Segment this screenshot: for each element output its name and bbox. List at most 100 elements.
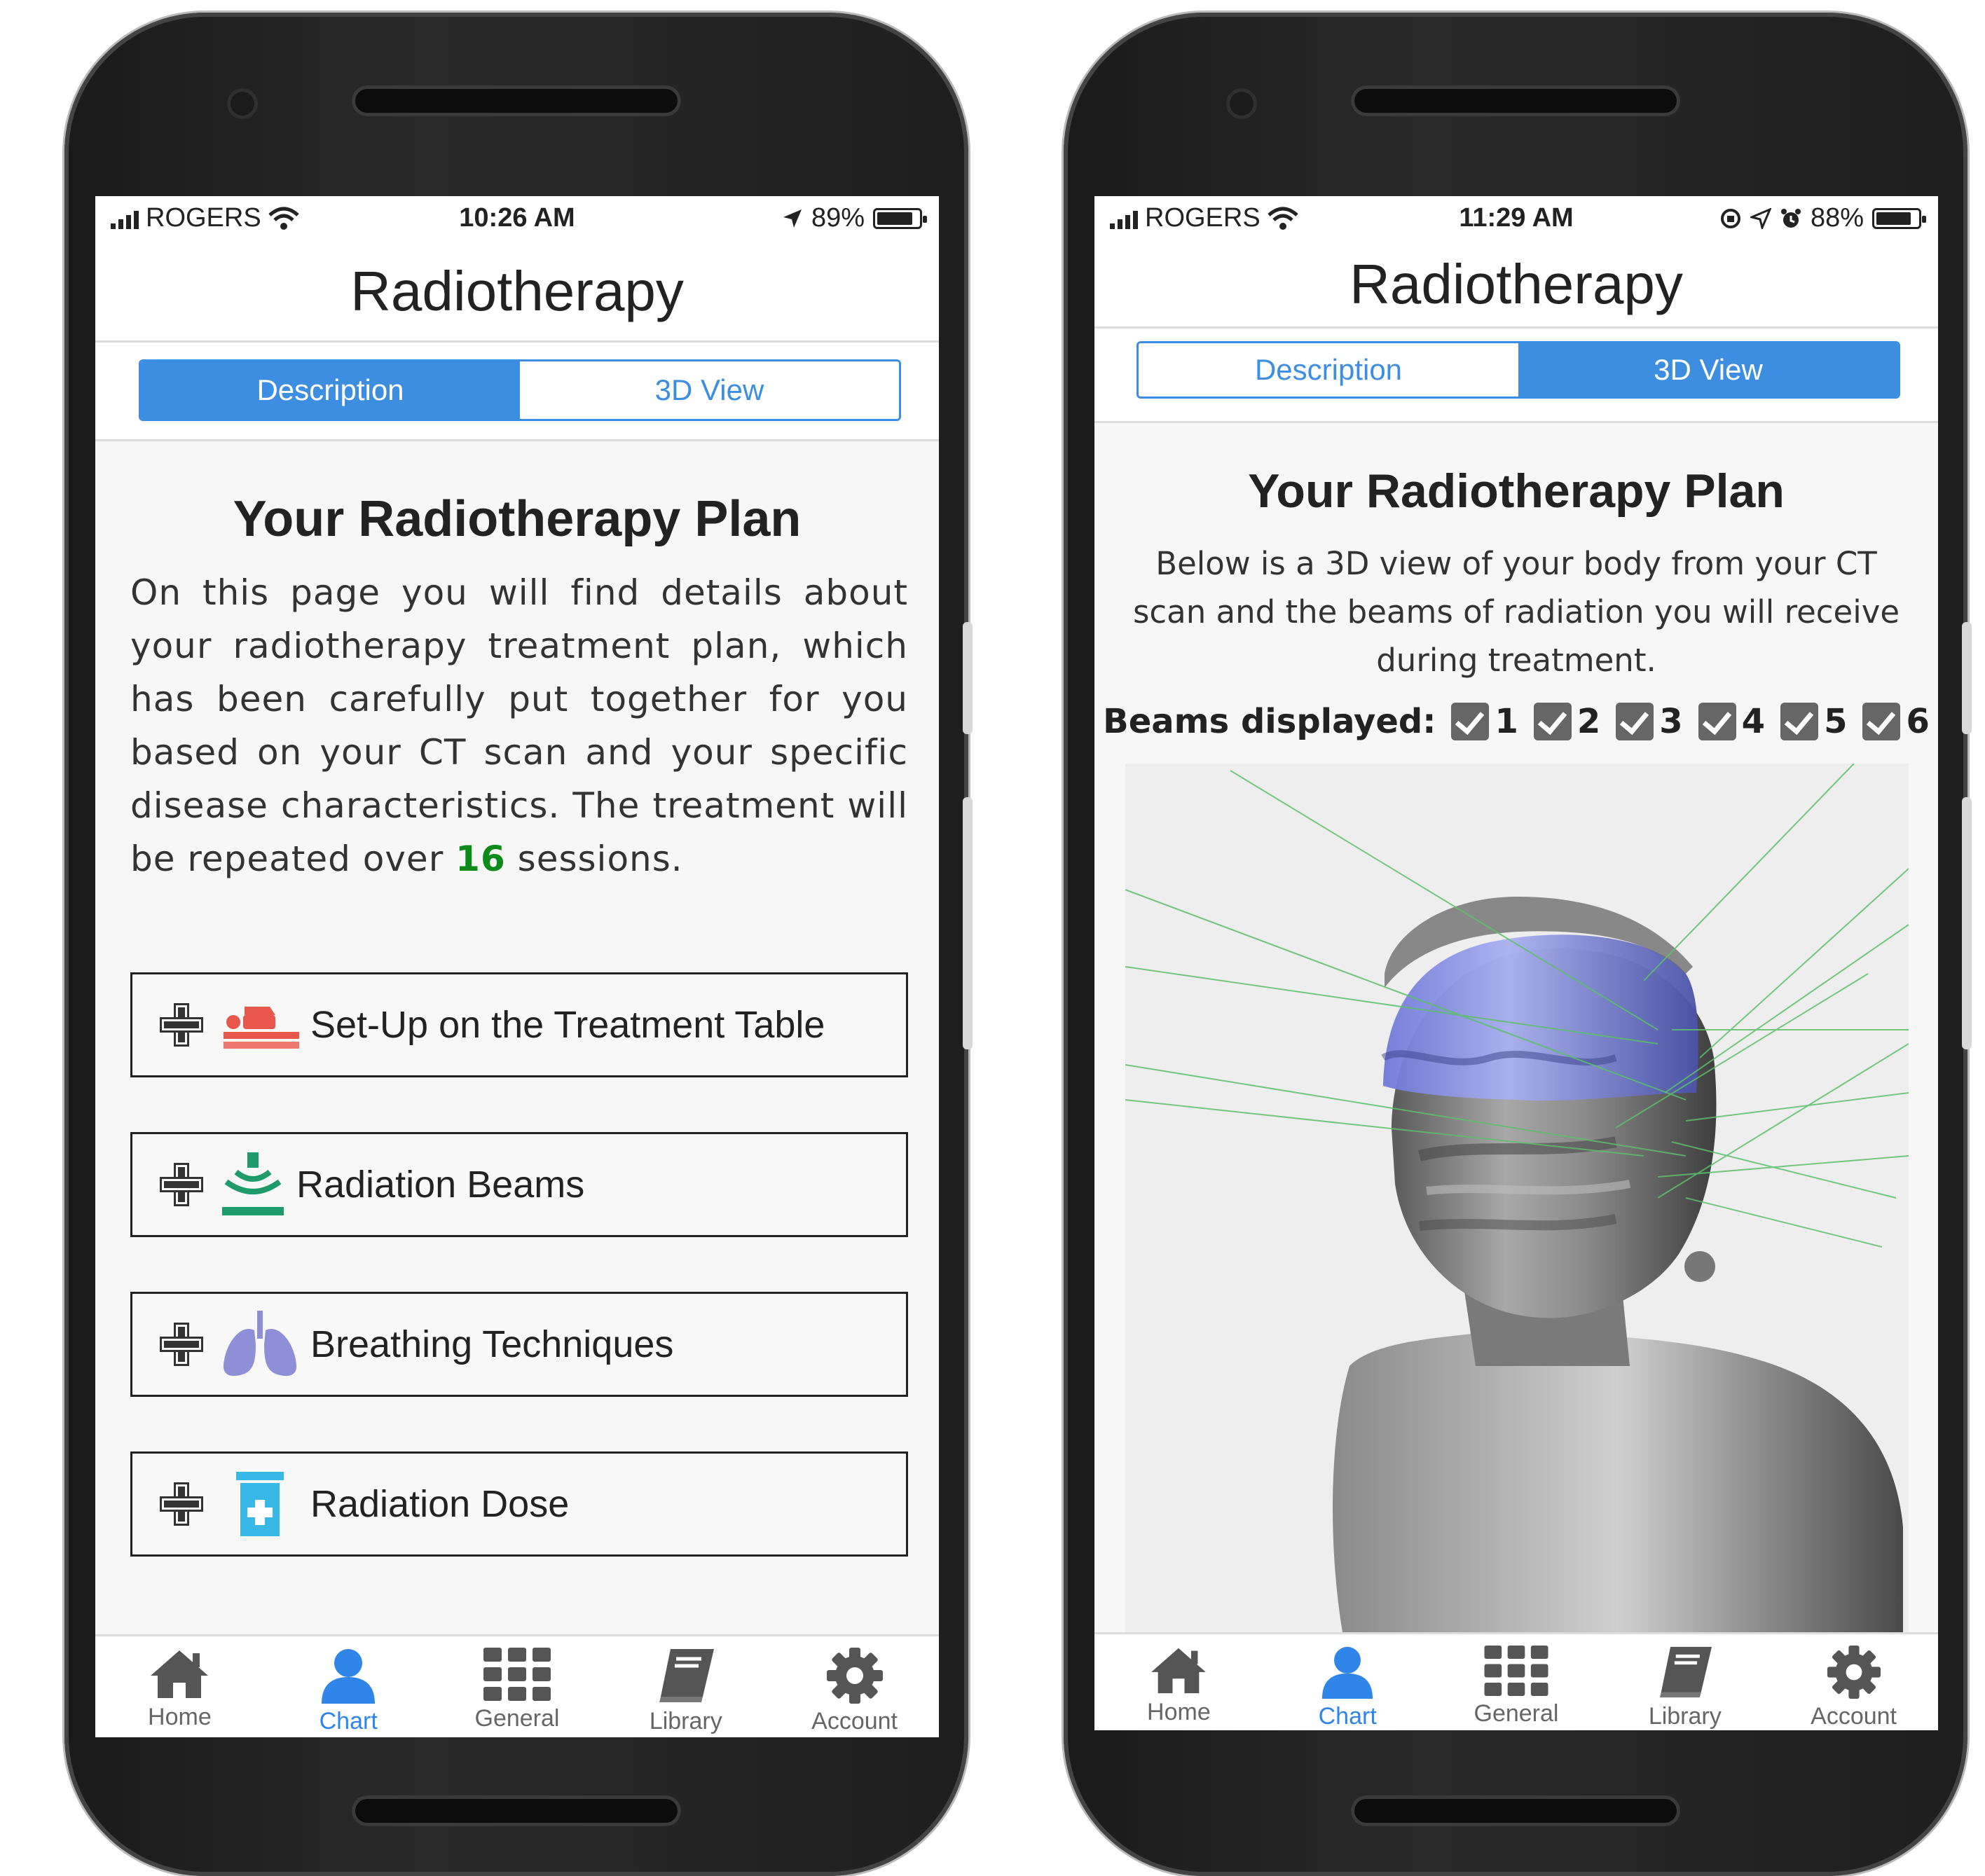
phone-frame-right: ROGERS 11:29 AM 88% Radiotherapy Descrip… xyxy=(1064,13,1972,1876)
segmented-control: Description 3D View xyxy=(139,359,901,421)
tab-account[interactable]: Account xyxy=(770,1636,939,1737)
tab-chart[interactable]: Chart xyxy=(1263,1634,1432,1730)
beam-checkbox-5[interactable] xyxy=(1780,703,1819,740)
section-breathing[interactable]: Breathing Techniques xyxy=(130,1292,908,1397)
lungs-icon xyxy=(218,1306,302,1383)
tab-label: Library xyxy=(1648,1703,1722,1730)
beam-number: 2 xyxy=(1577,702,1601,741)
segmented-control: Description 3D View xyxy=(1136,341,1900,399)
tab-general[interactable]: General xyxy=(433,1636,602,1737)
section-label: Breathing Techniques xyxy=(310,1323,674,1365)
beam-number: 1 xyxy=(1495,702,1518,741)
gear-icon xyxy=(826,1648,883,1704)
tab-label: Account xyxy=(811,1708,898,1734)
section-label: Radiation Beams xyxy=(296,1164,585,1206)
battery-icon xyxy=(873,207,927,229)
tab-label: Home xyxy=(1147,1699,1211,1725)
tab-label: Library xyxy=(649,1708,722,1734)
beam-number: 4 xyxy=(1741,702,1766,741)
section-setup[interactable]: Set-Up on the Treatment Table xyxy=(130,972,908,1077)
earpiece-speaker xyxy=(352,85,681,116)
section-radiation-dose[interactable]: Radiation Dose xyxy=(130,1451,908,1557)
3d-head-render xyxy=(1125,763,1909,1636)
tab-label: General xyxy=(474,1705,560,1732)
tab-3d-view[interactable]: 3D View xyxy=(1518,343,1898,396)
bottom-tab-bar: Home Chart General Library Account xyxy=(1094,1632,1938,1730)
app-screen-3d-view: ROGERS 11:29 AM 88% Radiotherapy Descrip… xyxy=(1094,196,1938,1730)
battery-icon xyxy=(1872,207,1926,229)
treatment-table-icon xyxy=(218,986,302,1063)
tab-general[interactable]: General xyxy=(1432,1634,1601,1730)
side-button xyxy=(1962,622,1972,734)
battery-percent: 88% xyxy=(1810,203,1864,233)
beam-checkbox-4[interactable] xyxy=(1698,703,1736,740)
orientation-lock-icon xyxy=(1720,208,1740,228)
page-title: Radiotherapy xyxy=(350,260,684,322)
grid-icon xyxy=(1484,1646,1548,1696)
beam-number: 3 xyxy=(1659,702,1683,741)
expand-plus-icon xyxy=(159,1322,204,1367)
bottom-tab-bar: Home Chart General Library Account xyxy=(95,1634,939,1737)
page-title: Radiotherapy xyxy=(1349,253,1683,315)
app-screen-description: ROGERS 10:26 AM 89% Radiotherapy Descrip… xyxy=(95,196,939,1737)
front-camera xyxy=(1226,88,1257,119)
tab-account[interactable]: Account xyxy=(1769,1634,1938,1730)
tab-3d-view[interactable]: 3D View xyxy=(520,361,899,419)
tab-label: Chart xyxy=(1318,1703,1377,1730)
volume-button xyxy=(963,797,973,1049)
tab-description[interactable]: Description xyxy=(1139,343,1518,396)
section-label: Set-Up on the Treatment Table xyxy=(310,1004,825,1046)
beams-selector: Beams displayed: 1 2 3 4 5 6 xyxy=(1094,702,1938,741)
tab-library[interactable]: Library xyxy=(601,1636,770,1737)
intro-paragraph: Below is a 3D view of your body from you… xyxy=(1132,545,1900,679)
person-icon xyxy=(322,1649,376,1704)
section-radiation-beams[interactable]: Radiation Beams xyxy=(130,1132,908,1237)
beam-checkbox-6[interactable] xyxy=(1862,703,1901,740)
tab-label: Home xyxy=(148,1704,212,1730)
plan-title: Your Radiotherapy Plan xyxy=(1248,464,1785,518)
isocenter-marker xyxy=(1684,1251,1715,1282)
status-bar: ROGERS 10:26 AM 89% xyxy=(95,196,939,242)
session-count: 16 xyxy=(455,839,506,879)
location-arrow-icon xyxy=(1750,207,1771,229)
tab-label: General xyxy=(1474,1700,1559,1727)
tab-description[interactable]: Description xyxy=(141,361,520,419)
home-icon xyxy=(151,1650,209,1698)
segment-bar: Description 3D View xyxy=(1094,329,1938,423)
earpiece-speaker xyxy=(1351,85,1680,116)
section-label: Radiation Dose xyxy=(310,1483,570,1525)
bottom-speaker xyxy=(1351,1795,1680,1826)
segment-bar: Description 3D View xyxy=(95,343,939,441)
expand-plus-icon xyxy=(159,1002,204,1047)
nav-header: Radiotherapy xyxy=(1094,242,1938,329)
3d-viewer[interactable] xyxy=(1125,763,1909,1636)
side-button xyxy=(963,622,973,734)
tab-label: Chart xyxy=(319,1708,378,1734)
expand-plus-icon xyxy=(159,1482,204,1526)
gear-icon xyxy=(1827,1646,1881,1699)
beam-checkbox-1[interactable] xyxy=(1451,703,1490,740)
beams-label: Beams displayed: xyxy=(1103,702,1436,741)
bottom-speaker xyxy=(352,1795,681,1826)
book-icon xyxy=(659,1649,714,1702)
tab-home[interactable]: Home xyxy=(1094,1634,1263,1730)
beam-checkbox-2[interactable] xyxy=(1533,703,1572,740)
grid-icon xyxy=(483,1648,551,1701)
tab-library[interactable]: Library xyxy=(1600,1634,1769,1730)
dose-bottle-icon xyxy=(218,1465,302,1543)
phone-frame-left: ROGERS 10:26 AM 89% Radiotherapy Descrip… xyxy=(64,13,973,1876)
home-icon xyxy=(1151,1648,1207,1694)
tab-home[interactable]: Home xyxy=(95,1636,264,1737)
volume-button xyxy=(1962,797,1972,1049)
tab-chart[interactable]: Chart xyxy=(264,1636,433,1737)
person-icon xyxy=(1322,1646,1373,1699)
location-arrow-icon xyxy=(783,209,802,228)
book-icon xyxy=(1659,1646,1712,1698)
status-bar: ROGERS 11:29 AM 88% xyxy=(1094,196,1938,242)
beam-number: 5 xyxy=(1824,702,1848,741)
intro-text: On this page you will find details about… xyxy=(130,572,908,879)
beam-checkbox-3[interactable] xyxy=(1616,703,1654,740)
radiation-beams-icon xyxy=(218,1146,288,1223)
tab-label: Account xyxy=(1811,1703,1897,1730)
front-camera xyxy=(227,88,258,119)
